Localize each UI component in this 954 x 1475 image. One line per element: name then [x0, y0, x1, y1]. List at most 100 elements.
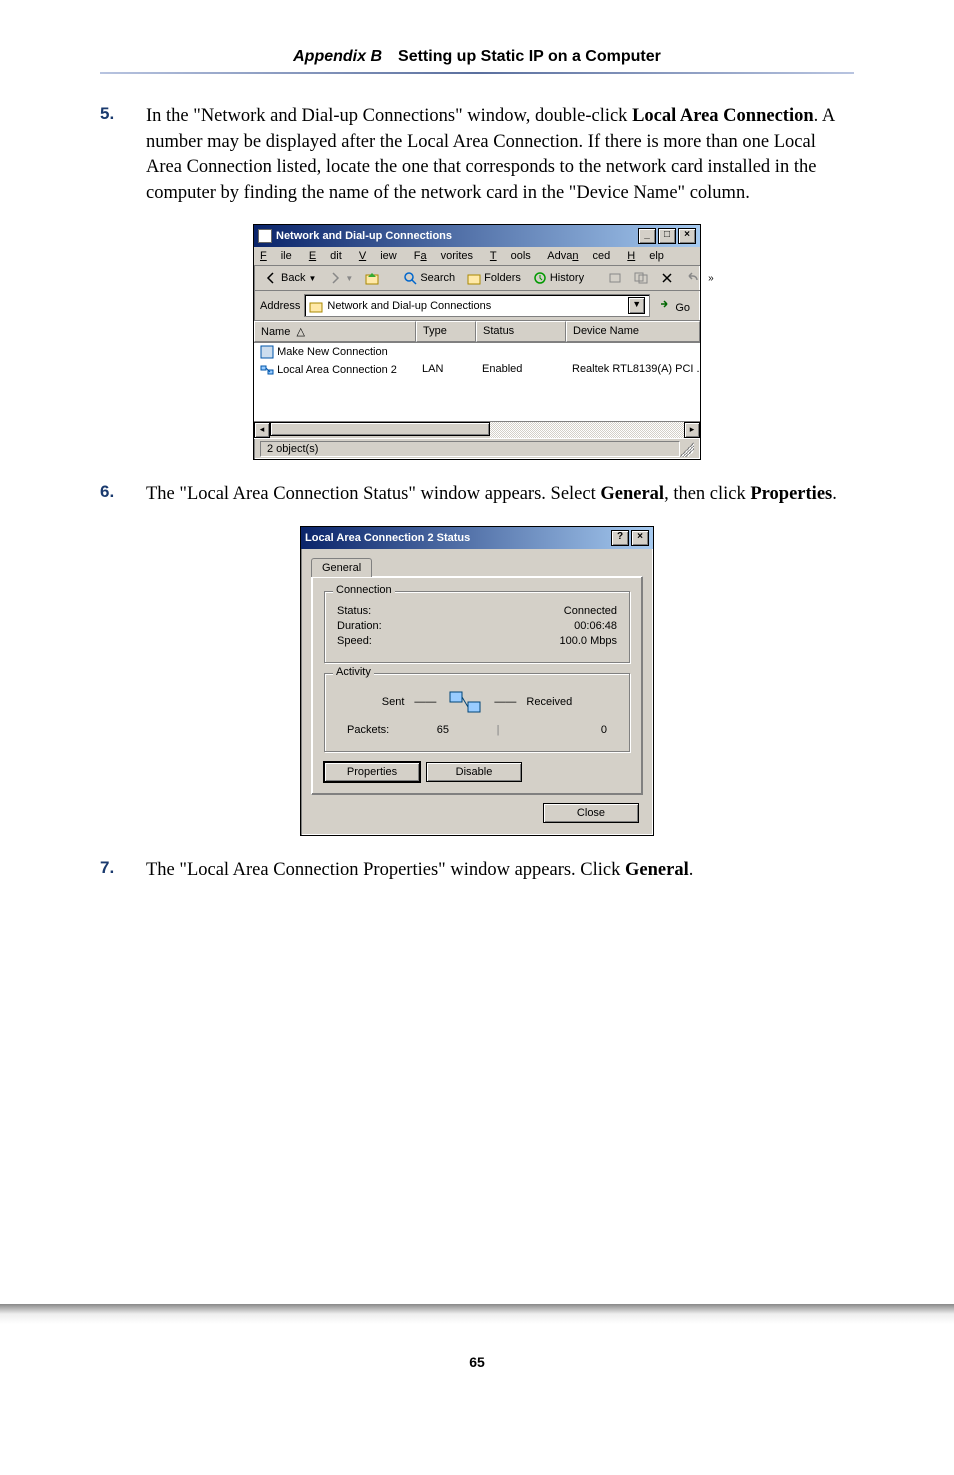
step-text: In the "Network and Dial-up Connections"… [146, 104, 854, 206]
list-item[interactable]: Make New Connection [254, 343, 700, 361]
item-device [566, 343, 698, 361]
history-icon [533, 271, 547, 285]
statusbar: 2 object(s) [254, 438, 700, 459]
help-button[interactable]: ? [611, 530, 629, 546]
titlebar[interactable]: Local Area Connection 2 Status ? × [301, 527, 653, 549]
item-status: Enabled [476, 361, 566, 379]
delete-button[interactable] [656, 269, 678, 287]
folder-icon [309, 299, 323, 313]
up-icon [365, 271, 379, 285]
menu-file[interactable]: File [260, 250, 292, 262]
forward-button[interactable]: ▼ [324, 269, 357, 287]
address-field[interactable]: Network and Dial-up Connections ▼ [304, 294, 650, 317]
step-number: 6. [100, 482, 146, 508]
text-run: . [689, 860, 694, 880]
scroll-left[interactable]: ◂ [254, 422, 270, 438]
text-run: . [832, 484, 837, 504]
scroll-right[interactable]: ▸ [684, 422, 700, 438]
forward-icon [328, 271, 342, 285]
col-device[interactable]: Device Name [566, 321, 700, 342]
item-name: Local Area Connection 2 [254, 361, 416, 379]
minimize-button[interactable]: _ [638, 228, 656, 244]
menu-tools[interactable]: Tools [490, 250, 531, 262]
group-connection: Connection Status:Connected Duration:00:… [324, 591, 630, 663]
copyto-button[interactable] [630, 269, 652, 287]
text-run: The "Local Area Connection Status" windo… [146, 484, 600, 504]
step-5: 5. In the "Network and Dial-up Connectio… [100, 104, 854, 206]
address-value: Network and Dial-up Connections [327, 300, 624, 312]
col-type[interactable]: Type [416, 321, 476, 342]
col-status[interactable]: Status [476, 321, 566, 342]
text-bold: Properties [750, 484, 832, 504]
tabstrip: General [311, 557, 643, 576]
go-label: Go [675, 302, 690, 314]
address-label: Address [260, 300, 300, 312]
horizontal-scrollbar[interactable]: ◂ ▸ [254, 421, 700, 438]
properties-button[interactable]: Properties [324, 762, 420, 782]
menubar: File Edit View Favorites Tools Advanced … [254, 247, 700, 266]
step-6: 6. The "Local Area Connection Status" wi… [100, 482, 854, 508]
menu-help[interactable]: Help [627, 250, 664, 262]
delete-icon [660, 271, 674, 285]
text-bold: General [625, 860, 689, 880]
item-status [476, 343, 566, 361]
tab-general[interactable]: General [311, 558, 372, 577]
window-title: Network and Dial-up Connections [276, 230, 452, 242]
back-icon [264, 271, 278, 285]
undo-icon [686, 271, 700, 285]
folders-button[interactable]: Folders [463, 269, 525, 287]
resize-grip[interactable] [680, 441, 694, 457]
search-label: Search [420, 272, 455, 284]
menu-advanced[interactable]: Advanced [547, 250, 610, 262]
address-dropdown[interactable]: ▼ [628, 297, 645, 314]
packets-sent: 65 [389, 724, 496, 736]
header-title: Setting up Static IP on a Computer [398, 48, 661, 65]
scroll-thumb[interactable] [270, 422, 490, 436]
folder-icon [258, 229, 272, 243]
list-header: Name △ Type Status Device Name [254, 321, 700, 343]
text-run: In the "Network and Dial-up Connections"… [146, 106, 632, 126]
step-number: 5. [100, 104, 146, 206]
text-bold: General [600, 484, 664, 504]
step-7: 7. The "Local Area Connection Properties… [100, 858, 854, 884]
close-button[interactable]: × [678, 228, 696, 244]
figure-network-connections: Network and Dial-up Connections _ □ × Fi… [100, 224, 854, 460]
moveto-button[interactable] [604, 269, 626, 287]
search-button[interactable]: Search [399, 269, 459, 287]
tab-panel: Connection Status:Connected Duration:00:… [311, 576, 643, 795]
close-button[interactable]: × [631, 530, 649, 546]
history-button[interactable]: History [529, 269, 588, 287]
wizard-icon [260, 345, 274, 359]
close-button[interactable]: Close [543, 803, 639, 823]
back-button[interactable]: Back ▼ [260, 269, 320, 287]
menu-view[interactable]: View [359, 250, 397, 262]
menu-edit[interactable]: Edit [309, 250, 342, 262]
status-label: Status: [337, 605, 371, 617]
speed-value: 100.0 Mbps [560, 635, 617, 647]
activity-icon [446, 688, 484, 716]
copyto-icon [634, 271, 648, 285]
disable-button[interactable]: Disable [426, 762, 522, 782]
col-name[interactable]: Name △ [254, 321, 416, 342]
header-rule [100, 72, 854, 74]
group-legend: Activity [333, 666, 374, 678]
duration-label: Duration: [337, 620, 382, 632]
scroll-track[interactable] [490, 422, 684, 438]
footer-rule [0, 1304, 954, 1324]
menu-favorites[interactable]: Favorites [414, 250, 473, 262]
group-activity: Activity Sent —— —— Received [324, 673, 630, 752]
maximize-button[interactable]: □ [658, 228, 676, 244]
titlebar[interactable]: Network and Dial-up Connections _ □ × [254, 225, 700, 247]
toolbar-overflow[interactable]: » [708, 273, 714, 284]
packets-received: 0 [500, 724, 607, 736]
up-button[interactable] [361, 269, 383, 287]
list-item[interactable]: Local Area Connection 2 LAN Enabled Real… [254, 361, 700, 379]
duration-value: 00:06:48 [574, 620, 617, 632]
undo-button[interactable] [682, 269, 704, 287]
item-name: Make New Connection [254, 343, 416, 361]
step-text: The "Local Area Connection Status" windo… [146, 482, 837, 508]
back-label: Back [281, 272, 305, 284]
text-bold: Local Area Connection [632, 106, 814, 126]
go-button[interactable]: Go [654, 295, 694, 316]
step-number: 7. [100, 858, 146, 884]
